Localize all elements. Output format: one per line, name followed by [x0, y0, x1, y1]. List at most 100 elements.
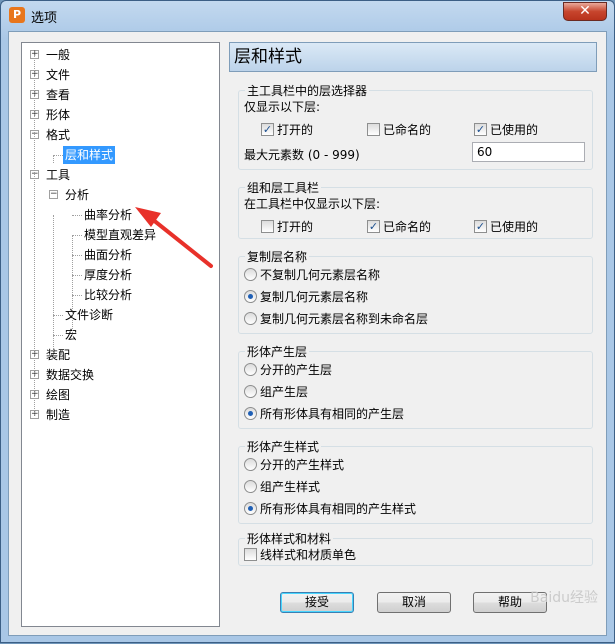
ok-button[interactable]: 接受: [280, 592, 354, 613]
radio-button[interactable]: [244, 363, 257, 376]
tree-item-label[interactable]: 宏: [63, 326, 79, 344]
radio-button[interactable]: [244, 385, 257, 398]
radio-label: 复制几何元素层名称: [260, 290, 369, 304]
radio-selected-dot: [248, 411, 253, 416]
page-title: 层和样式: [229, 42, 597, 72]
tree-item-label[interactable]: 格式: [44, 126, 72, 144]
tree-item-label[interactable]: 工具: [44, 166, 72, 184]
tree-item[interactable]: − 工具: [22, 166, 217, 184]
tree-item-label[interactable]: 文件诊断: [63, 306, 115, 324]
radio-label: 组产生层: [260, 385, 309, 399]
tree-item-label[interactable]: 厚度分析: [82, 266, 134, 284]
tree-item[interactable]: + 形体: [22, 106, 217, 124]
tree-item[interactable]: + 绘图: [22, 386, 217, 404]
radio-button[interactable]: [244, 312, 257, 325]
tree-item[interactable]: − 格式: [22, 126, 217, 144]
tree-item[interactable]: + 数据交换: [22, 366, 217, 384]
tree-connector: [53, 335, 63, 336]
group-used-label: 已使用的: [490, 220, 539, 234]
tree-item-label[interactable]: 数据交换: [44, 366, 96, 384]
main-open-label: 打开的: [277, 123, 314, 137]
options-dialog: P 选项 ✕ + 一般 + 文件 + 查看 + 形体 − 格式 层和样式 − 工具 − 分析 曲率分析 模型直观…: [0, 0, 615, 643]
tree-item-label[interactable]: 绘图: [44, 386, 72, 404]
tree-item[interactable]: 厚度分析: [22, 266, 217, 284]
group-open-checkbox[interactable]: [261, 220, 274, 233]
tree-item[interactable]: + 查看: [22, 86, 217, 104]
tree-guide-line: [53, 215, 54, 355]
radio-button[interactable]: [244, 407, 257, 420]
max-elements-input[interactable]: 60: [472, 142, 585, 162]
tree-item-label[interactable]: 分析: [63, 186, 91, 204]
tree-item[interactable]: 宏: [22, 326, 217, 344]
tree-item[interactable]: + 文件: [22, 66, 217, 84]
radio-selected-dot: [248, 506, 253, 511]
tree-item-label[interactable]: 比较分析: [82, 286, 134, 304]
tree-item-label[interactable]: 装配: [44, 346, 72, 364]
tree-connector: [72, 255, 82, 256]
radio-label: 分开的产生层: [260, 363, 333, 377]
tree-item[interactable]: 文件诊断: [22, 306, 217, 324]
tree-item-label[interactable]: 文件: [44, 66, 72, 84]
group-used-checkbox[interactable]: ✓: [474, 220, 487, 233]
tree-item-label[interactable]: 模型直观差异: [82, 226, 158, 244]
tree-guide-line: [53, 155, 54, 163]
tree-connector: [72, 235, 82, 236]
group-toolbar-subtitle: 在工具栏中仅显示以下层:: [244, 197, 381, 211]
app-logo-icon: P: [9, 7, 25, 23]
cancel-button[interactable]: 取消: [377, 592, 451, 613]
main-named-label: 已命名的: [383, 123, 432, 137]
tree-item-label[interactable]: 曲面分析: [82, 246, 134, 264]
main-used-checkbox[interactable]: ✓: [474, 123, 487, 136]
radio-button[interactable]: [244, 480, 257, 493]
group-named-label: 已命名的: [383, 220, 432, 234]
group-title: 组和层工具栏: [245, 179, 322, 196]
tree-item-label[interactable]: 一般: [44, 46, 72, 64]
options-tree[interactable]: + 一般 + 文件 + 查看 + 形体 − 格式 层和样式 − 工具 − 分析 曲率分析 模型直观差异 曲面分析厚…: [21, 42, 220, 627]
main-used-label: 已使用的: [490, 123, 539, 137]
tree-guide-line: [72, 235, 73, 335]
radio-label: 分开的产生样式: [260, 458, 345, 472]
radio-button[interactable]: [244, 290, 257, 303]
tree-item[interactable]: 比较分析: [22, 286, 217, 304]
main-named-checkbox[interactable]: [367, 123, 380, 136]
tree-item[interactable]: − 分析: [22, 186, 217, 204]
collapse-icon[interactable]: −: [49, 190, 58, 199]
tree-item-label[interactable]: 层和样式: [63, 146, 116, 164]
tree-item[interactable]: 曲率分析: [22, 206, 217, 224]
group-title: 形体样式和材料: [245, 530, 334, 547]
radio-label: 所有形体具有相同的产生样式: [260, 502, 417, 516]
group-title: 复制层名称: [245, 248, 310, 265]
radio-button[interactable]: [244, 458, 257, 471]
tree-connector: [53, 315, 63, 316]
tree-item[interactable]: + 一般: [22, 46, 217, 64]
tree-item[interactable]: 层和样式: [22, 146, 217, 164]
tree-item-label[interactable]: 查看: [44, 86, 72, 104]
close-button[interactable]: ✕: [563, 2, 607, 21]
radio-button[interactable]: [244, 268, 257, 281]
mono-style-label: 线样式和材质单色: [260, 548, 357, 562]
tree-guide-line: [34, 55, 35, 415]
group-title: 形体产生样式: [245, 438, 322, 455]
group-named-checkbox[interactable]: ✓: [367, 220, 380, 233]
tree-item-label[interactable]: 曲率分析: [82, 206, 134, 224]
tree-item[interactable]: + 装配: [22, 346, 217, 364]
max-elements-label: 最大元素数 (0 - 999): [244, 148, 360, 162]
tree-connector: [72, 215, 82, 216]
radio-label: 不复制几何元素层名称: [260, 268, 381, 282]
tree-connector: [72, 275, 82, 276]
main-open-checkbox[interactable]: ✓: [261, 123, 274, 136]
radio-button[interactable]: [244, 502, 257, 515]
tree-item[interactable]: + 制造: [22, 406, 217, 424]
tree-item[interactable]: 曲面分析: [22, 246, 217, 264]
radio-selected-dot: [248, 294, 253, 299]
title-bar[interactable]: P 选项 ✕: [1, 1, 614, 31]
dialog-client-area: + 一般 + 文件 + 查看 + 形体 − 格式 层和样式 − 工具 − 分析 曲率分析 模型直观差异 曲面分析厚…: [8, 31, 607, 636]
group-title: 形体产生层: [245, 343, 310, 360]
watermark-text: Baidu经验: [530, 590, 598, 606]
mono-style-checkbox[interactable]: [244, 548, 257, 561]
tree-item-label[interactable]: 制造: [44, 406, 72, 424]
tree-item[interactable]: 模型直观差异: [22, 226, 217, 244]
window-title: 选项: [31, 11, 58, 26]
group-title: 主工具栏中的层选择器: [245, 82, 370, 99]
tree-item-label[interactable]: 形体: [44, 106, 72, 124]
